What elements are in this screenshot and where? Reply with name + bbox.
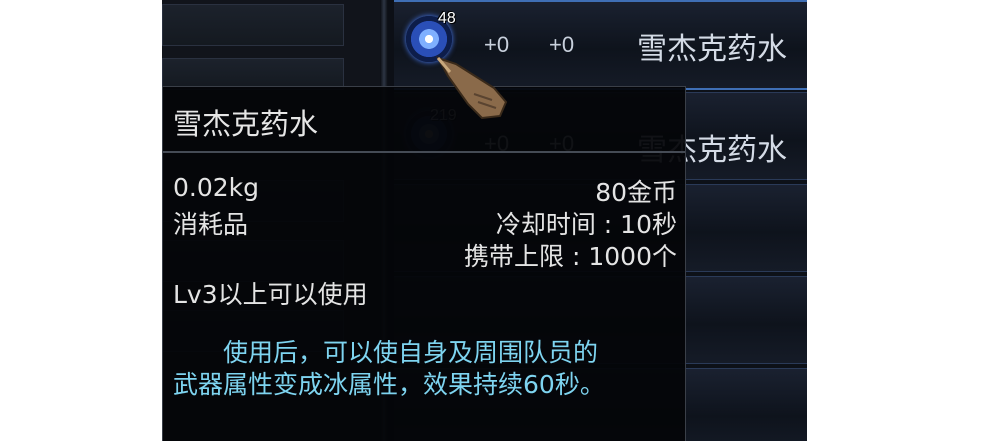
item-weight: 0.02kg [173,173,260,202]
item-count: 48 [438,10,456,27]
item-tooltip: 雪杰克药水 0.02kg 80金币 消耗品 冷却时间 : 10秒 携带上限 : … [162,86,686,441]
game-view: 48 +0 +0 雪杰克药水 219 +0 +0 雪杰克药水 雪杰克药水 0.0… [162,0,807,441]
tooltip-separator [163,151,685,153]
tooltip-title: 雪杰克药水 [173,107,319,141]
item-cooldown: 冷却时间 : 10秒 [495,210,677,239]
item-stat: +0 [549,32,575,57]
hand-cursor-icon [435,56,508,120]
item-description: 使用后，可以使自身及周围队员的武器属性变成冰属性，效果持续60秒。 [173,338,605,399]
item-name: 雪杰克药水 [637,32,787,67]
item-carry-limit: 携带上限 : 1000个 [464,242,677,271]
item-price: 80金币 [595,178,677,207]
item-level-requirement: Lv3以上可以使用 [173,280,368,309]
left-panel-slot[interactable] [162,4,344,46]
item-type: 消耗品 [173,210,249,239]
